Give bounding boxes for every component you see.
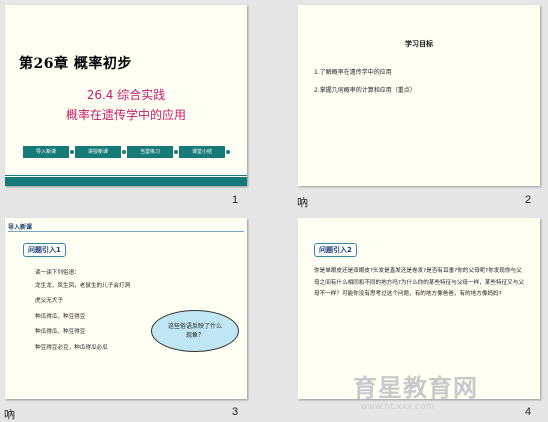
question-label: 问题引入2 [314,243,357,257]
objective-item-2: 2.掌握几何概率的计算和应用（重点） [314,87,416,94]
slide-number-2: 2 [525,194,532,206]
poem-line: 种豆得豆必豆，种瓜得瓜必瓜 [35,345,108,351]
poem-line: 龙生龙，凤生凤，老鼠生的儿子会打洞 [35,283,131,289]
slide-number-3: 3 [232,406,239,418]
note-indicator-3: 吶 [4,408,15,421]
body-text: 你是单眼皮还是双眼皮?头发是直发还是卷发?是否有耳垂?你的父母呢?你发现你与父母… [314,268,524,298]
teach-button[interactable]: 讲授新课 [75,146,126,158]
poem-line: 虎父无犬子 [35,298,63,304]
footer-bar [5,177,247,186]
slide-number-4: 4 [525,406,532,418]
nav-button-group: 导入新课 讲授新课 当堂练习 课堂小结 [23,146,230,158]
section-header: 导入新课 [8,224,33,231]
header-divider [8,231,244,232]
watermark-url: www.ht.xxx.com [360,402,435,412]
section-title: 26.4 综合实践 [86,88,166,102]
poem-line: 种瓜得瓜，种豆得豆 [35,329,86,335]
slide-title: 学习目标 [405,40,433,48]
intro-button[interactable]: 导入新课 [23,146,74,158]
slide-1-thumbnail[interactable]: 第26章 概率初步 26.4 综合实践 概率在遗传学中的应用 导入新课 讲授新课… [5,5,247,186]
practice-button[interactable]: 当堂练习 [127,146,178,158]
chapter-title: 第26章 概率初步 [19,56,132,72]
slide-3-thumbnail[interactable]: 导入新课 问题引入1 读一读下列俗语： 龙生龙，凤生凤，老鼠生的儿子会打洞 虎父… [5,218,247,399]
divider-line [5,175,247,176]
slide-2-thumbnail[interactable]: 学习目标 1.了解概率在遗传学中的应用 2.掌握几何概率的计算和应用（重点） [298,5,540,186]
slide-number-1: 1 [232,194,239,206]
watermark-brand: 育星教育网 [353,373,478,402]
objective-item-1: 1.了解概率在遗传学中的应用 [314,69,392,76]
poem-line: 读一读下列俗语： [35,270,80,276]
thought-cloud: 这些俗语反映了什么现象？ [151,310,239,352]
lesson-title: 概率在遗传学中的应用 [65,108,186,122]
question-label: 问题引入1 [23,243,66,257]
cloud-text: 这些俗语反映了什么现象？ [167,323,222,339]
poem-line: 种瓜得瓜，种豆得豆 [35,314,86,320]
summary-button[interactable]: 课堂小结 [179,146,230,158]
note-indicator-2: 吶 [297,196,308,209]
